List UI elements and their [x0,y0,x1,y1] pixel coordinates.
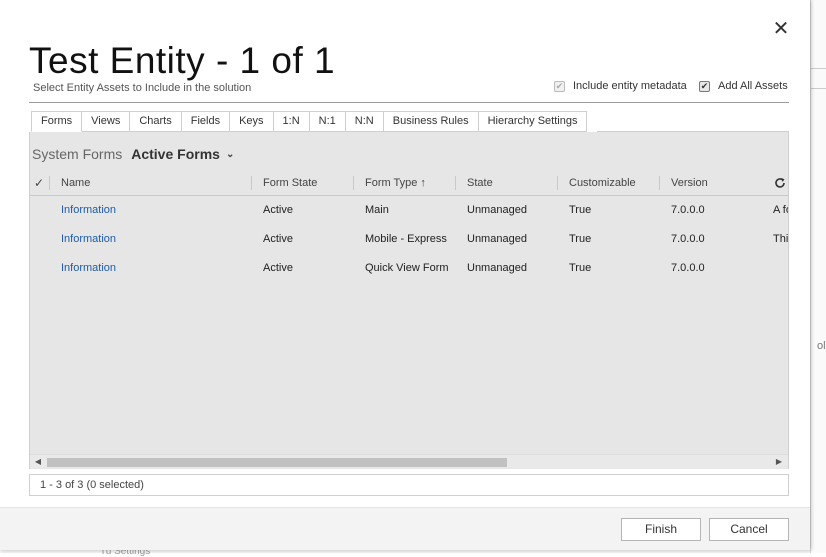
dialog-subtitle: Select Entity Assets to Include in the s… [33,82,252,94]
scroll-left-icon[interactable]: ◀ [31,455,45,469]
scroll-right-icon[interactable]: ▶ [772,455,786,469]
row-version: 7.0.0.0 [671,262,705,274]
select-all-check-icon[interactable]: ✓ [34,171,44,195]
column-separator [251,176,252,190]
background-line [811,68,826,69]
tab-1-n[interactable]: 1:N [273,111,310,132]
dialog-title: Test Entity - 1 of 1 [29,40,336,81]
row-form-state: Active [263,262,293,274]
column-header-version[interactable]: Version [671,171,708,195]
row-form-type: Mobile - Express [365,233,447,245]
column-header-form-state[interactable]: Form State [263,171,317,195]
include-entity-metadata-option: ✔ Include entity metadata [554,80,687,92]
add-all-assets-option[interactable]: ✔ Add All Assets [699,80,788,92]
include-entity-metadata-checkbox: ✔ [554,80,565,92]
tab-n-1[interactable]: N:1 [309,111,346,132]
horizontal-scrollbar[interactable]: ◀ ▶ [30,454,788,468]
column-header-customizable[interactable]: Customizable [569,171,636,195]
tab-n-n[interactable]: N:N [345,111,384,132]
row-name-link[interactable]: Information [61,196,116,225]
row-version: 7.0.0.0 [671,233,705,245]
row-form-type: Main [365,204,389,216]
header-divider [29,102,789,103]
view-selector[interactable]: Active Forms ⌄ [131,146,234,162]
row-name-link[interactable]: Information [61,254,116,283]
row-form-state: Active [263,233,293,245]
column-separator [557,176,558,190]
add-all-assets-label[interactable]: Add All Assets [718,80,788,92]
row-version: 7.0.0.0 [671,204,705,216]
row-form-state: Active [263,204,293,216]
tab-forms[interactable]: Forms [31,111,83,132]
row-form-type: Quick View Form [365,262,449,274]
background-line [811,88,826,89]
view-label: System Forms [32,146,123,162]
forms-grid-area: System Forms Active Forms ⌄ ✓ Name Form … [29,132,789,469]
row-customizable: True [569,262,592,274]
scrollbar-thumb[interactable] [47,458,507,467]
grid-header: ✓ Name Form State Form Type ↑ State Cust… [30,171,788,196]
entity-assets-dialog: ✕ Test Entity - 1 of 1 Select Entity Ass… [0,0,810,550]
record-count-status: 1 - 3 of 3 (0 selected) [29,474,789,496]
row-customizable: True [569,204,592,216]
include-entity-metadata-label: Include entity metadata [573,80,687,92]
row-state: Unmanaged [467,233,527,245]
column-header-form-type[interactable]: Form Type ↑ [365,171,426,195]
refresh-icon[interactable] [774,177,786,189]
row-state: Unmanaged [467,262,527,274]
add-all-assets-checkbox[interactable]: ✔ [699,80,710,92]
background-text-fragment: ol [817,340,826,352]
column-separator [49,176,50,190]
row-description [773,254,788,283]
tab-charts[interactable]: Charts [130,111,182,132]
column-header-state[interactable]: State [467,171,493,195]
table-row[interactable]: Information Active Mobile - Express Unma… [30,225,788,254]
table-row[interactable]: Information Active Quick View Form Unman… [30,254,788,283]
finish-button[interactable]: Finish [621,518,701,541]
column-separator [353,176,354,190]
view-selected-label[interactable]: Active Forms [131,146,220,162]
view-selector-row: System Forms Active Forms ⌄ [32,146,234,162]
tab-business-rules[interactable]: Business Rules [383,111,479,132]
table-row[interactable]: Information Active Main Unmanaged True 7… [30,196,788,225]
row-description: This [773,233,788,245]
column-header-name[interactable]: Name [61,171,90,195]
tab-hierarchy-settings[interactable]: Hierarchy Settings [478,111,588,132]
column-separator [455,176,456,190]
column-separator [659,176,660,190]
chevron-down-icon[interactable]: ⌄ [226,149,234,160]
asset-tabs: Forms Views Charts Fields Keys 1:N N:1 N… [31,111,588,132]
row-state: Unmanaged [467,204,527,216]
row-description: A fo [773,204,788,216]
tab-keys[interactable]: Keys [230,111,274,132]
dialog-footer: Finish Cancel [0,507,810,550]
tab-fields[interactable]: Fields [181,111,231,132]
row-customizable: True [569,233,592,245]
row-name-link[interactable]: Information [61,225,116,254]
tab-views[interactable]: Views [82,111,131,132]
close-icon[interactable]: ✕ [770,18,792,40]
background-page-sliver: ol [810,0,826,553]
cancel-button[interactable]: Cancel [709,518,789,541]
